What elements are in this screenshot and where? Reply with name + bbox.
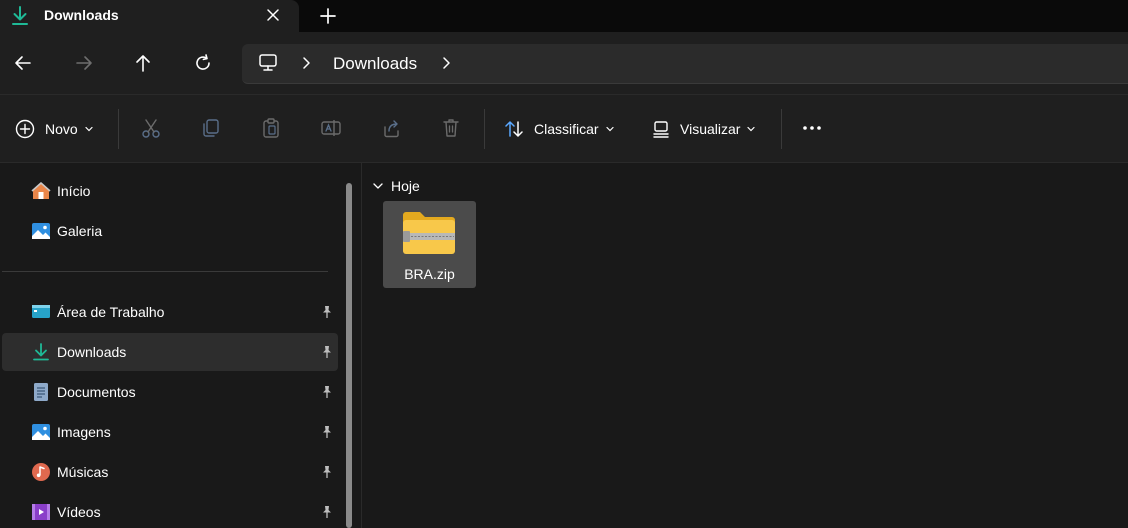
pin-icon[interactable] bbox=[320, 385, 334, 399]
address-bar[interactable]: Downloads bbox=[242, 44, 1128, 84]
pictures-icon bbox=[32, 424, 50, 440]
download-icon bbox=[12, 6, 28, 25]
rename-icon[interactable] bbox=[320, 117, 342, 139]
close-icon[interactable] bbox=[262, 4, 284, 26]
sort-button-label: Classificar bbox=[534, 121, 599, 137]
file-item[interactable]: BRA.zip bbox=[383, 201, 476, 288]
copy-icon[interactable] bbox=[200, 117, 222, 139]
zip-folder-icon bbox=[403, 212, 455, 254]
chevron-right-icon[interactable] bbox=[299, 56, 313, 70]
refresh-icon[interactable] bbox=[192, 52, 214, 74]
sidebar-item-desktop[interactable]: Área de Trabalho bbox=[2, 293, 338, 331]
chevron-right-icon[interactable] bbox=[439, 56, 453, 70]
sidebar-item-label: Músicas bbox=[57, 464, 109, 480]
separator bbox=[781, 109, 782, 149]
video-icon bbox=[32, 504, 50, 520]
view-button[interactable]: Visualizar bbox=[651, 117, 756, 141]
navigation-row: Downloads bbox=[0, 32, 1128, 94]
download-icon bbox=[33, 343, 49, 361]
group-title: Hoje bbox=[391, 178, 420, 194]
cut-icon[interactable] bbox=[140, 117, 162, 139]
sidebar-separator bbox=[2, 271, 328, 272]
sidebar-item-home[interactable]: Início bbox=[2, 172, 338, 210]
sidebar-item-label: Vídeos bbox=[57, 504, 101, 520]
view-button-label: Visualizar bbox=[680, 121, 741, 137]
pin-icon[interactable] bbox=[320, 305, 334, 319]
sidebar-item-label: Downloads bbox=[57, 344, 127, 360]
sidebar-item-label: Área de Trabalho bbox=[57, 304, 165, 320]
breadcrumb-downloads[interactable]: Downloads bbox=[333, 54, 417, 74]
file-name: BRA.zip bbox=[404, 266, 455, 282]
music-icon bbox=[32, 463, 50, 481]
sidebar-item-downloads[interactable]: Downloads bbox=[2, 333, 338, 371]
separator bbox=[484, 109, 485, 149]
sidebar-item-documents[interactable]: Documentos bbox=[2, 373, 338, 411]
computer-icon[interactable] bbox=[258, 53, 278, 73]
sidebar-item-pictures[interactable]: Imagens bbox=[2, 413, 338, 451]
separator bbox=[118, 109, 119, 149]
up-arrow-icon[interactable] bbox=[132, 52, 154, 74]
delete-icon[interactable] bbox=[440, 117, 462, 139]
sort-icon bbox=[505, 121, 523, 137]
tab-downloads[interactable]: Downloads bbox=[0, 0, 299, 32]
document-icon bbox=[34, 383, 48, 401]
sidebar-item-videos[interactable]: Vídeos bbox=[2, 493, 338, 528]
gallery-icon bbox=[32, 223, 50, 239]
pin-icon[interactable] bbox=[320, 505, 334, 519]
share-icon[interactable] bbox=[380, 117, 402, 139]
plus-circle-icon bbox=[15, 119, 35, 139]
new-button[interactable]: Novo bbox=[14, 117, 94, 141]
sidebar-item-label: Documentos bbox=[57, 384, 136, 400]
sidebar-item-label: Imagens bbox=[57, 424, 111, 440]
new-tab-plus-icon[interactable] bbox=[317, 5, 339, 27]
forward-arrow-icon[interactable] bbox=[73, 52, 95, 74]
sidebar-item-label: Início bbox=[57, 183, 91, 199]
sidebar-item-music[interactable]: Músicas bbox=[2, 453, 338, 491]
paste-icon[interactable] bbox=[260, 117, 282, 139]
chevron-down-icon bbox=[605, 126, 614, 132]
chevron-down-icon bbox=[85, 126, 93, 132]
more-options-icon[interactable] bbox=[801, 117, 823, 139]
desktop-icon bbox=[32, 305, 50, 318]
home-icon bbox=[31, 182, 51, 199]
sidebar-scrollbar[interactable] bbox=[346, 183, 352, 528]
sidebar-item-gallery[interactable]: Galeria bbox=[2, 212, 338, 250]
tab-bar: Downloads bbox=[0, 0, 1128, 32]
chevron-down-icon bbox=[373, 183, 383, 189]
view-icon bbox=[653, 121, 669, 138]
navigation-pane: Início Galeria Área de Trabalho Download… bbox=[0, 163, 360, 528]
back-arrow-icon[interactable] bbox=[12, 52, 34, 74]
sort-button[interactable]: Classificar bbox=[503, 117, 615, 141]
pin-icon[interactable] bbox=[320, 465, 334, 479]
command-bar: Novo Classificar Visualizar bbox=[0, 95, 1128, 162]
new-button-label: Novo bbox=[45, 121, 78, 137]
chevron-down-icon bbox=[747, 126, 756, 132]
pin-icon[interactable] bbox=[320, 345, 334, 359]
sidebar-item-label: Galeria bbox=[57, 223, 103, 239]
tab-title: Downloads bbox=[44, 7, 119, 23]
file-list-area[interactable]: Hoje BRA.zip bbox=[362, 163, 1128, 528]
pin-icon[interactable] bbox=[320, 425, 334, 439]
group-header-today[interactable]: Hoje bbox=[372, 177, 420, 195]
